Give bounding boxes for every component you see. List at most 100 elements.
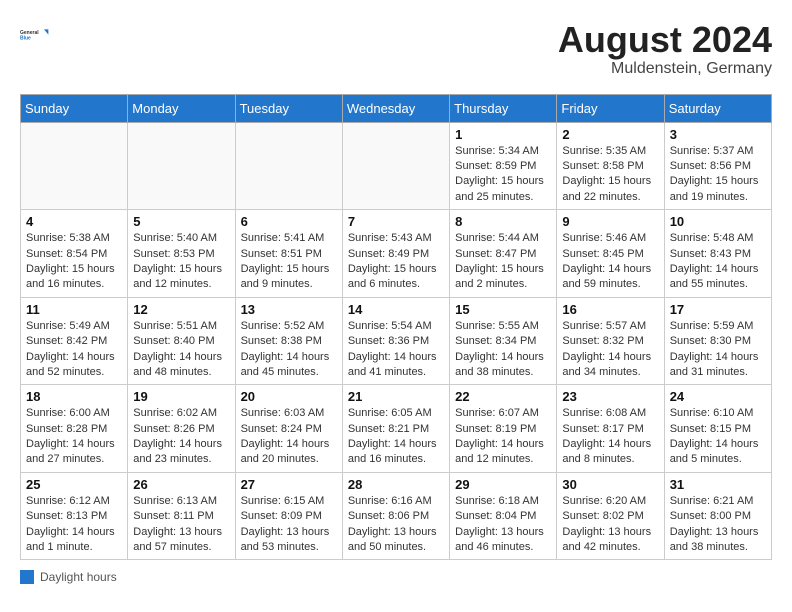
day-number: 30 bbox=[562, 477, 658, 492]
day-info: Sunrise: 5:44 AM Sunset: 8:47 PM Dayligh… bbox=[455, 231, 551, 293]
day-number: 22 bbox=[455, 389, 551, 404]
table-row: 23 Sunrise: 6:08 AM Sunset: 8:17 PM Dayli… bbox=[557, 385, 664, 473]
table-row: 5Sunrise: 5:40 AM Sunset: 8:53 PM Daylig… bbox=[128, 210, 235, 298]
day-number: 15 bbox=[455, 302, 551, 317]
table-row: 24 Sunrise: 6:10 AM Sunset: 8:15 PM Dayli… bbox=[664, 385, 771, 473]
day-number: 16 bbox=[562, 302, 658, 317]
table-row: 3 Sunrise: 5:37 AM Sunset: 8:56 PM Daylig… bbox=[664, 122, 771, 210]
table-row: 21Sunrise: 6:05 AM Sunset: 8:21 PM Dayli… bbox=[342, 385, 449, 473]
table-row: 2 Sunrise: 5:35 AM Sunset: 8:58 PM Daylig… bbox=[557, 122, 664, 210]
day-info: Sunrise: 5:48 AM Sunset: 8:43 PM Dayligh… bbox=[670, 231, 766, 293]
day-number: 3 bbox=[670, 127, 766, 142]
table-row bbox=[342, 122, 449, 210]
table-row: 10 Sunrise: 5:48 AM Sunset: 8:43 PM Dayli… bbox=[664, 210, 771, 298]
table-row: 4 Sunrise: 5:38 AM Sunset: 8:54 PM Daylig… bbox=[21, 210, 128, 298]
day-number: 20 bbox=[241, 389, 337, 404]
table-row: 26 Sunrise: 6:13 AM Sunset: 8:11 PM Dayli… bbox=[128, 472, 235, 560]
day-info: Sunrise: 6:18 AM Sunset: 8:04 PM Dayligh… bbox=[455, 494, 551, 556]
day-number: 23 bbox=[562, 389, 658, 404]
day-number: 26 bbox=[133, 477, 229, 492]
day-number: 2 bbox=[562, 127, 658, 142]
day-number: 19 bbox=[133, 389, 229, 404]
table-row: 22 Sunrise: 6:07 AM Sunset: 8:19 PM Dayli… bbox=[450, 385, 557, 473]
table-row: 14 Sunrise: 5:54 AM Sunset: 8:36 PM Dayli… bbox=[342, 297, 449, 385]
day-info: Sunrise: 5:41 AM Sunset: 8:51 PM Dayligh… bbox=[241, 231, 337, 293]
table-row: 8 Sunrise: 5:44 AM Sunset: 8:47 PM Daylig… bbox=[450, 210, 557, 298]
day-number: 4 bbox=[26, 214, 122, 229]
day-info: Sunrise: 5:40 AM Sunset: 8:53 PM Dayligh… bbox=[133, 231, 229, 293]
day-header: Friday bbox=[557, 94, 664, 122]
day-info: Sunrise: 5:57 AM Sunset: 8:32 PM Dayligh… bbox=[562, 319, 658, 381]
table-row: 17 Sunrise: 5:59 AM Sunset: 8:30 PM Dayli… bbox=[664, 297, 771, 385]
table-row: 25Sunrise: 6:12 AM Sunset: 8:13 PM Dayli… bbox=[21, 472, 128, 560]
day-header: Saturday bbox=[664, 94, 771, 122]
day-number: 6 bbox=[241, 214, 337, 229]
day-header: Tuesday bbox=[235, 94, 342, 122]
day-number: 8 bbox=[455, 214, 551, 229]
day-info: Sunrise: 5:49 AM Sunset: 8:42 PM Dayligh… bbox=[26, 319, 122, 381]
day-number: 10 bbox=[670, 214, 766, 229]
table-row: 16 Sunrise: 5:57 AM Sunset: 8:32 PM Dayli… bbox=[557, 297, 664, 385]
day-info: Sunrise: 6:05 AM Sunset: 8:21 PM Dayligh… bbox=[348, 406, 444, 468]
day-header: Wednesday bbox=[342, 94, 449, 122]
location-subtitle: Muldenstein, Germany bbox=[558, 60, 772, 78]
table-row: 11 Sunrise: 5:49 AM Sunset: 8:42 PM Dayli… bbox=[21, 297, 128, 385]
day-number: 24 bbox=[670, 389, 766, 404]
calendar-table: SundayMondayTuesdayWednesdayThursdayFrid… bbox=[20, 94, 772, 561]
day-number: 13 bbox=[241, 302, 337, 317]
day-info: Sunrise: 6:15 AM Sunset: 8:09 PM Dayligh… bbox=[241, 494, 337, 556]
table-row bbox=[235, 122, 342, 210]
table-row: 13 Sunrise: 5:52 AM Sunset: 8:38 PM Dayli… bbox=[235, 297, 342, 385]
table-row: 29 Sunrise: 6:18 AM Sunset: 8:04 PM Dayli… bbox=[450, 472, 557, 560]
day-info: Sunrise: 5:37 AM Sunset: 8:56 PM Dayligh… bbox=[670, 144, 766, 206]
day-info: Sunrise: 6:16 AM Sunset: 8:06 PM Dayligh… bbox=[348, 494, 444, 556]
day-info: Sunrise: 5:54 AM Sunset: 8:36 PM Dayligh… bbox=[348, 319, 444, 381]
day-info: Sunrise: 5:51 AM Sunset: 8:40 PM Dayligh… bbox=[133, 319, 229, 381]
logo-icon: GeneralBlue bbox=[20, 20, 50, 50]
table-row: 18 Sunrise: 6:00 AM Sunset: 8:28 PM Dayli… bbox=[21, 385, 128, 473]
day-number: 12 bbox=[133, 302, 229, 317]
day-info: Sunrise: 6:08 AM Sunset: 8:17 PM Dayligh… bbox=[562, 406, 658, 468]
calendar-week-row: 18 Sunrise: 6:00 AM Sunset: 8:28 PM Dayli… bbox=[21, 385, 772, 473]
day-info: Sunrise: 6:13 AM Sunset: 8:11 PM Dayligh… bbox=[133, 494, 229, 556]
table-row: 20Sunrise: 6:03 AM Sunset: 8:24 PM Dayli… bbox=[235, 385, 342, 473]
title-area: August 2024 Muldenstein, Germany bbox=[558, 20, 772, 78]
table-row: 19Sunrise: 6:02 AM Sunset: 8:26 PM Dayli… bbox=[128, 385, 235, 473]
day-info: Sunrise: 5:35 AM Sunset: 8:58 PM Dayligh… bbox=[562, 144, 658, 206]
day-number: 11 bbox=[26, 302, 122, 317]
table-row: 1Sunrise: 5:34 AM Sunset: 8:59 PM Daylig… bbox=[450, 122, 557, 210]
day-info: Sunrise: 6:10 AM Sunset: 8:15 PM Dayligh… bbox=[670, 406, 766, 468]
footer-dot bbox=[20, 570, 34, 584]
svg-text:Blue: Blue bbox=[20, 36, 31, 42]
day-info: Sunrise: 5:59 AM Sunset: 8:30 PM Dayligh… bbox=[670, 319, 766, 381]
table-row: 12 Sunrise: 5:51 AM Sunset: 8:40 PM Dayli… bbox=[128, 297, 235, 385]
table-row: 6 Sunrise: 5:41 AM Sunset: 8:51 PM Daylig… bbox=[235, 210, 342, 298]
day-info: Sunrise: 6:20 AM Sunset: 8:02 PM Dayligh… bbox=[562, 494, 658, 556]
footer: Daylight hours bbox=[20, 570, 772, 584]
day-info: Sunrise: 6:07 AM Sunset: 8:19 PM Dayligh… bbox=[455, 406, 551, 468]
day-number: 14 bbox=[348, 302, 444, 317]
table-row: 27Sunrise: 6:15 AM Sunset: 8:09 PM Dayli… bbox=[235, 472, 342, 560]
svg-text:General: General bbox=[20, 30, 39, 36]
day-number: 29 bbox=[455, 477, 551, 492]
day-number: 28 bbox=[348, 477, 444, 492]
calendar-week-row: 4 Sunrise: 5:38 AM Sunset: 8:54 PM Daylig… bbox=[21, 210, 772, 298]
day-info: Sunrise: 5:38 AM Sunset: 8:54 PM Dayligh… bbox=[26, 231, 122, 293]
day-header: Monday bbox=[128, 94, 235, 122]
day-number: 18 bbox=[26, 389, 122, 404]
day-header: Sunday bbox=[21, 94, 128, 122]
table-row: 30 Sunrise: 6:20 AM Sunset: 8:02 PM Dayli… bbox=[557, 472, 664, 560]
day-header: Thursday bbox=[450, 94, 557, 122]
day-info: Sunrise: 5:43 AM Sunset: 8:49 PM Dayligh… bbox=[348, 231, 444, 293]
table-row bbox=[21, 122, 128, 210]
day-info: Sunrise: 5:52 AM Sunset: 8:38 PM Dayligh… bbox=[241, 319, 337, 381]
day-info: Sunrise: 6:21 AM Sunset: 8:00 PM Dayligh… bbox=[670, 494, 766, 556]
calendar-week-row: 1Sunrise: 5:34 AM Sunset: 8:59 PM Daylig… bbox=[21, 122, 772, 210]
footer-label: Daylight hours bbox=[40, 570, 117, 584]
table-row: 28 Sunrise: 6:16 AM Sunset: 8:06 PM Dayli… bbox=[342, 472, 449, 560]
day-number: 17 bbox=[670, 302, 766, 317]
day-info: Sunrise: 6:00 AM Sunset: 8:28 PM Dayligh… bbox=[26, 406, 122, 468]
calendar-week-row: 11 Sunrise: 5:49 AM Sunset: 8:42 PM Dayli… bbox=[21, 297, 772, 385]
day-number: 25 bbox=[26, 477, 122, 492]
calendar-week-row: 25Sunrise: 6:12 AM Sunset: 8:13 PM Dayli… bbox=[21, 472, 772, 560]
